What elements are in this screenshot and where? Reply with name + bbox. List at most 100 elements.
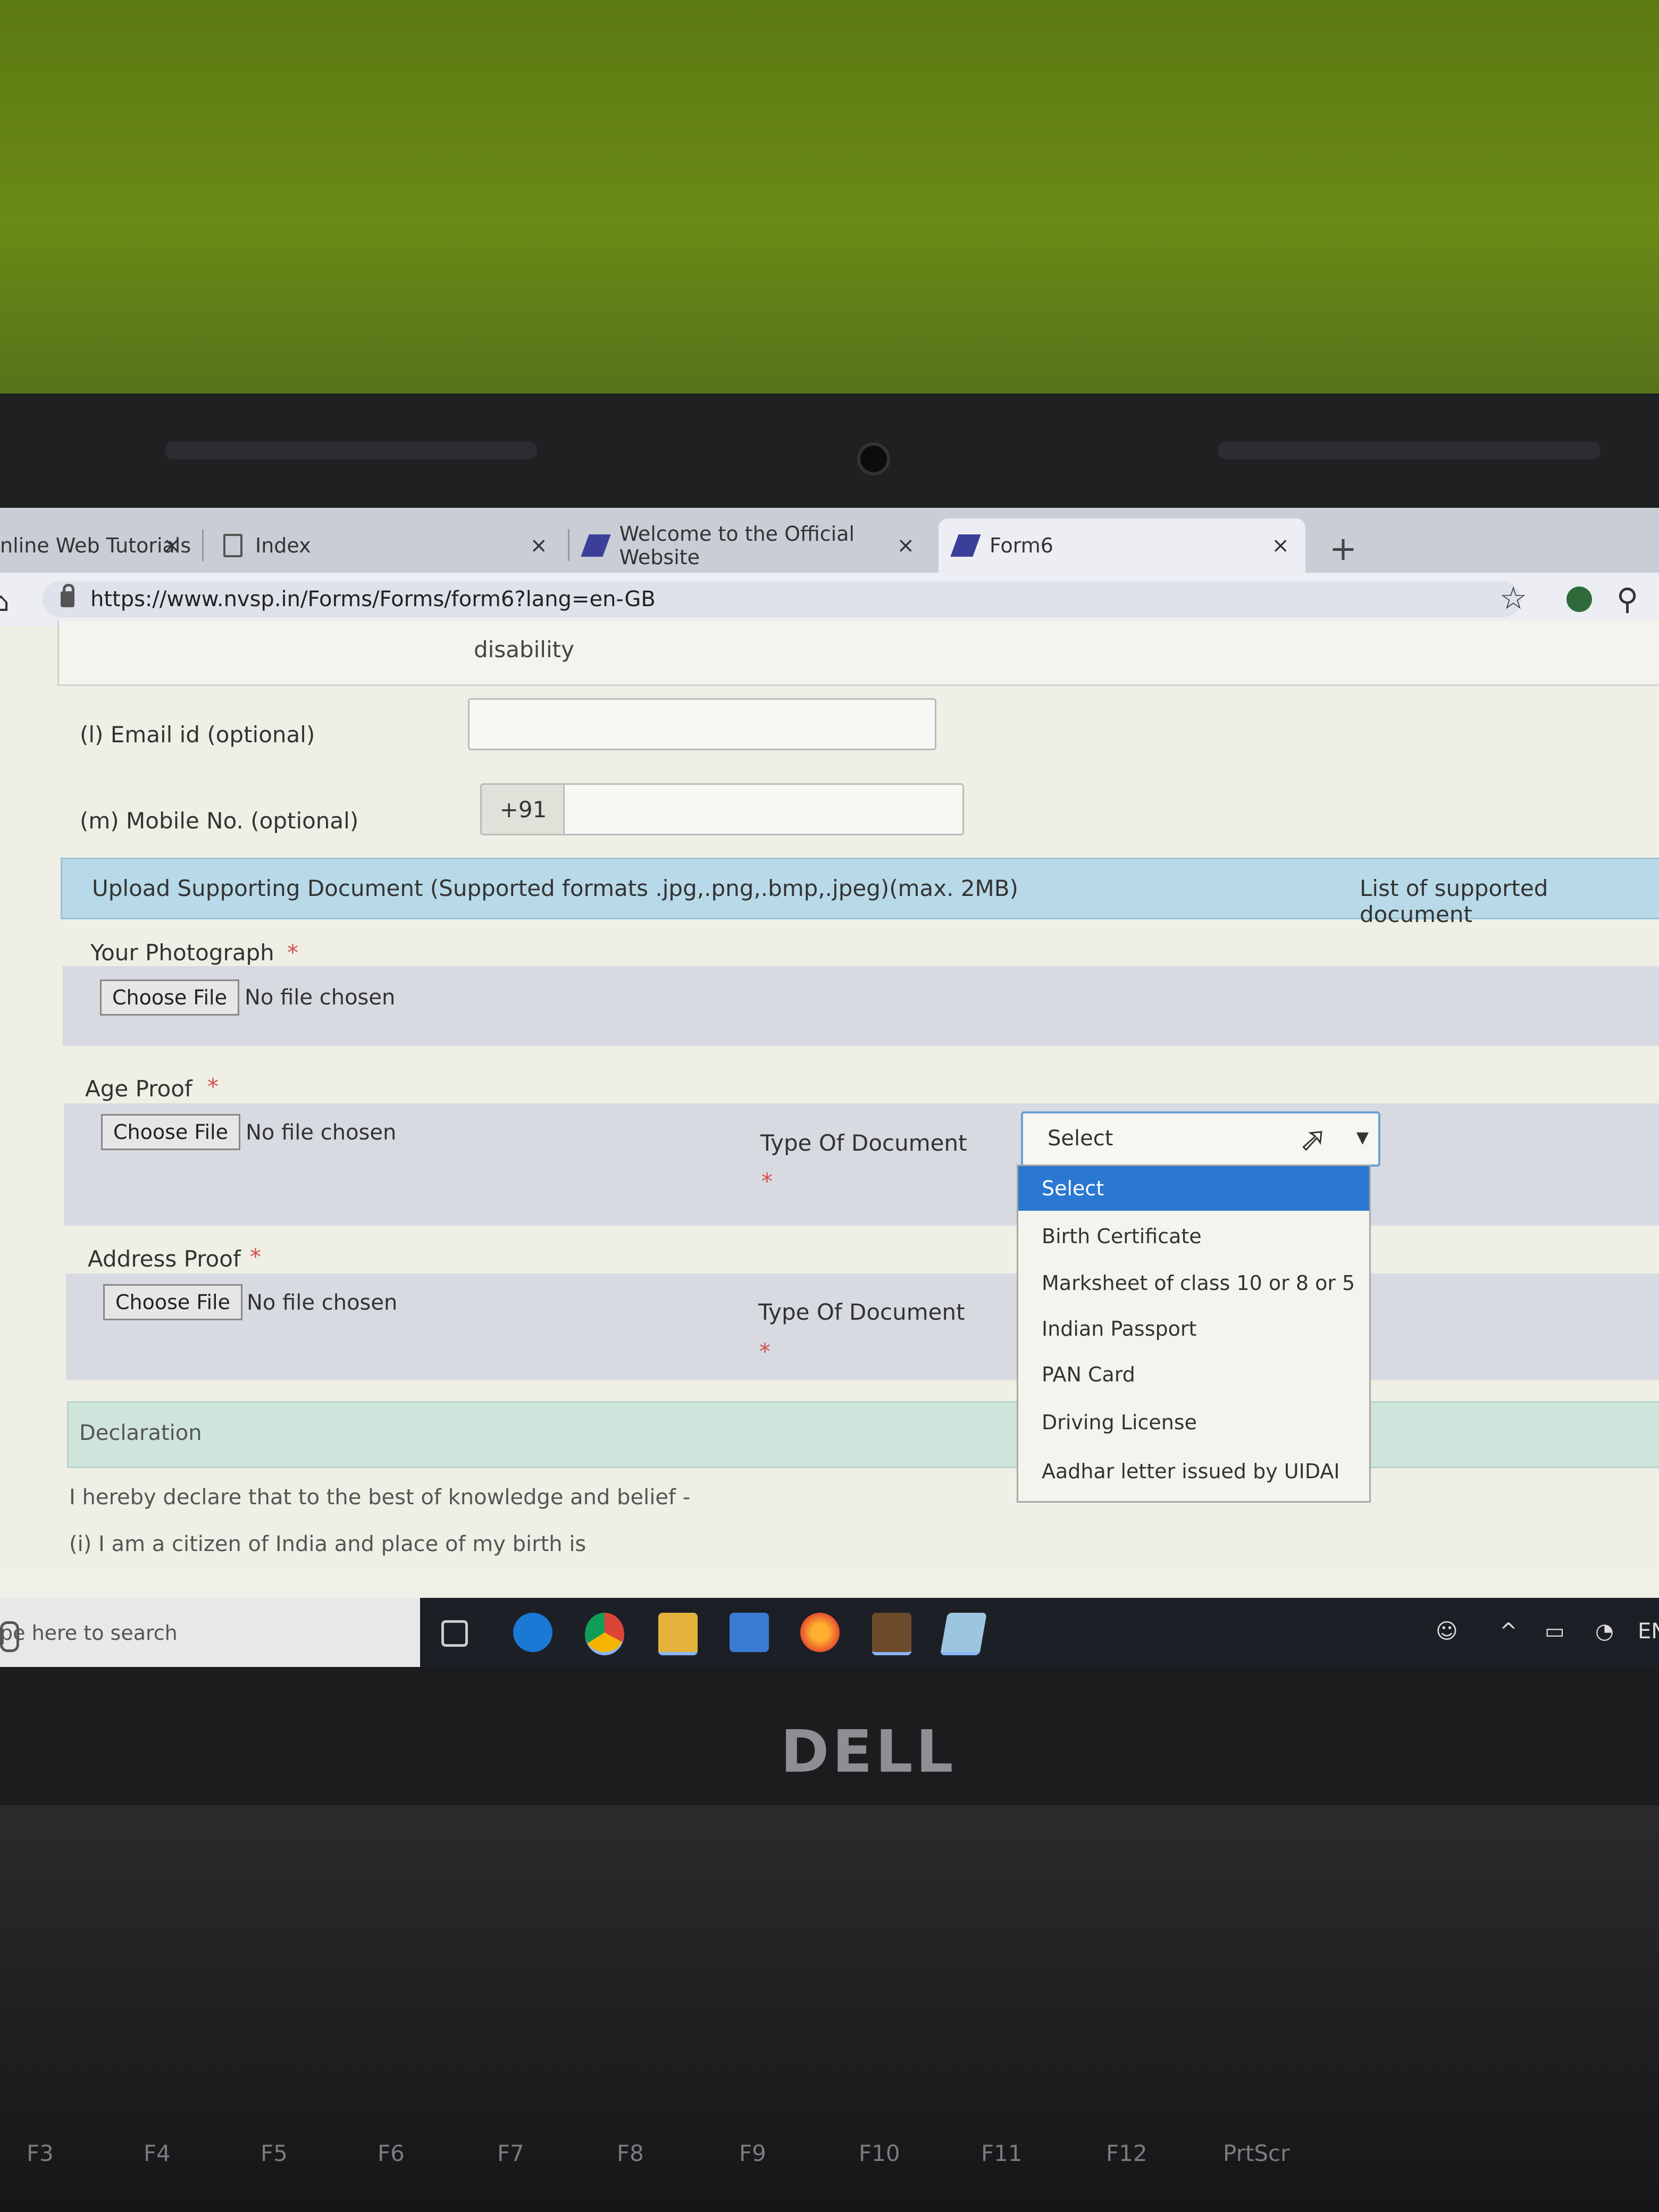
tab-separator xyxy=(202,529,204,561)
tab-form6[interactable]: Form6 × xyxy=(939,518,1305,573)
language-indicator[interactable]: EN xyxy=(1638,1619,1659,1644)
function-key: F10 xyxy=(859,2140,900,2166)
email-field[interactable] xyxy=(468,698,936,750)
tab-title: Welcome to the Official Website xyxy=(619,522,855,569)
bezel-slot-right xyxy=(1218,441,1601,459)
bezel-slot-left xyxy=(165,441,537,459)
tab-title: nline Web Tutorials xyxy=(0,534,191,557)
tab-online-web-tutorials[interactable]: nline Web Tutorials × xyxy=(0,518,197,573)
chevron-up-icon[interactable]: ^ xyxy=(1499,1619,1518,1644)
age-proof-file-status: No file chosen xyxy=(246,1120,397,1145)
screen: nline Web Tutorials × Index × Welcome to… xyxy=(0,508,1659,1667)
function-key: F9 xyxy=(739,2140,766,2166)
close-tab-icon[interactable]: × xyxy=(896,533,915,558)
people-icon[interactable]: ☺ xyxy=(1436,1619,1458,1644)
tab-welcome-official-website[interactable]: Welcome to the Official Website × xyxy=(581,518,931,573)
upload-header-text: Upload Supporting Document (Supported fo… xyxy=(92,875,1018,901)
site-logo-icon xyxy=(581,534,611,557)
dropdown-option-indian-passport[interactable]: Indian Passport xyxy=(1018,1306,1369,1351)
address-proof-doc-type-label: Type Of Document xyxy=(758,1299,965,1325)
chevron-down-icon: ▼ xyxy=(1356,1128,1369,1147)
windows-taskbar: pe here to search ☺ ^ ▭ ◔ EN xyxy=(0,1598,1659,1667)
function-key: F11 xyxy=(981,2140,1023,2166)
close-tab-icon[interactable]: × xyxy=(163,533,181,558)
function-key: F3 xyxy=(27,2140,54,2166)
search-placeholder: pe here to search xyxy=(0,1621,178,1645)
required-asterisk: * xyxy=(207,1074,219,1100)
required-asterisk: * xyxy=(761,1168,773,1194)
dropdown-option-aadhar-letter[interactable]: Aadhar letter issued by UIDAI xyxy=(1018,1449,1369,1494)
address-proof-label: Address Proof xyxy=(88,1246,241,1272)
page-icon xyxy=(223,534,242,557)
declaration-title: Declaration xyxy=(79,1421,202,1445)
select-value: Select xyxy=(1048,1126,1113,1151)
webcam-icon xyxy=(857,442,890,475)
age-proof-choose-file-button[interactable]: Choose File xyxy=(101,1114,240,1150)
disability-text: disability xyxy=(474,636,574,663)
extension-icon[interactable] xyxy=(1566,586,1592,612)
required-asterisk: * xyxy=(287,940,298,966)
function-key: F4 xyxy=(144,2140,171,2166)
age-proof-label: Age Proof xyxy=(85,1076,192,1102)
firefox-icon[interactable] xyxy=(800,1613,840,1652)
photo-file-status: No file chosen xyxy=(245,985,396,1010)
dropdown-option-select[interactable]: Select xyxy=(1018,1166,1369,1211)
background-wall xyxy=(0,0,1659,404)
mobile-field[interactable] xyxy=(563,783,964,835)
dropdown-option-pan-card[interactable]: PAN Card xyxy=(1018,1352,1369,1397)
doc-type-dropdown-list: Select Birth Certificate Marksheet of cl… xyxy=(1017,1164,1371,1503)
store-icon[interactable] xyxy=(730,1613,769,1652)
close-tab-icon[interactable]: × xyxy=(530,533,548,558)
battery-icon[interactable]: ▭ xyxy=(1545,1619,1565,1644)
tab-separator xyxy=(568,529,569,561)
tab-bar: nline Web Tutorials × Index × Welcome to… xyxy=(0,508,1659,573)
chrome-icon[interactable] xyxy=(585,1613,624,1655)
site-logo-icon xyxy=(950,534,981,557)
keyboard: F3 F4 F5 F6 F7 F8 F9 F10 F11 F12 PrtScr xyxy=(0,1805,1659,2212)
required-asterisk: * xyxy=(250,1244,261,1270)
supported-documents-link[interactable]: List of supported document xyxy=(1360,875,1659,927)
tab-title: Form6 xyxy=(990,534,1053,557)
photo-choose-file-button[interactable]: Choose File xyxy=(100,979,239,1016)
function-key: F8 xyxy=(617,2140,644,2166)
app-icon[interactable] xyxy=(872,1613,911,1655)
dropdown-option-birth-certificate[interactable]: Birth Certificate xyxy=(1018,1214,1369,1259)
url-field[interactable]: https://www.nvsp.in/Forms/Forms/form6?la… xyxy=(43,581,1521,617)
function-key: F5 xyxy=(261,2140,288,2166)
taskbar-search-input[interactable]: pe here to search xyxy=(0,1598,420,1667)
mouse-cursor-icon: ➚ xyxy=(1298,1120,1327,1159)
function-key: F7 xyxy=(497,2140,524,2166)
file-explorer-icon[interactable] xyxy=(658,1613,698,1655)
mobile-prefix: +91 xyxy=(480,783,566,835)
url-text: https://www.nvsp.in/Forms/Forms/form6?la… xyxy=(90,587,656,611)
tab-title: Index xyxy=(255,534,311,557)
address-bar: ⌂ https://www.nvsp.in/Forms/Forms/form6?… xyxy=(0,573,1659,626)
tab-index[interactable]: Index × xyxy=(223,518,564,573)
function-key: F12 xyxy=(1106,2140,1147,2166)
age-proof-doc-type-label: Type Of Document xyxy=(760,1130,967,1156)
home-icon[interactable]: ⌂ xyxy=(0,586,10,617)
dell-logo: DELL xyxy=(781,1717,957,1786)
task-view-icon[interactable] xyxy=(441,1620,468,1647)
upload-header: Upload Supporting Document (Supported fo… xyxy=(61,858,1659,927)
notes-icon[interactable] xyxy=(940,1613,987,1655)
bookmark-star-icon[interactable]: ☆ xyxy=(1499,580,1527,616)
declaration-header: Declaration xyxy=(67,1401,1659,1468)
edge-icon[interactable] xyxy=(513,1613,552,1652)
new-tab-button[interactable]: + xyxy=(1329,529,1357,568)
photo-label: Your Photograph xyxy=(90,940,274,966)
close-tab-icon[interactable]: × xyxy=(1271,533,1289,558)
wifi-icon[interactable]: ◔ xyxy=(1595,1619,1614,1644)
age-proof-doc-type-select[interactable]: Select ▼ ➚ xyxy=(1021,1111,1380,1167)
search-icon[interactable]: ⚲ xyxy=(1616,582,1638,617)
address-proof-panel xyxy=(66,1273,1659,1380)
disability-section: disability xyxy=(57,621,1659,686)
dropdown-option-driving-license[interactable]: Driving License xyxy=(1018,1400,1369,1445)
lock-icon xyxy=(61,584,74,607)
microphone-icon[interactable] xyxy=(0,1621,19,1652)
dropdown-option-marksheet[interactable]: Marksheet of class 10 or 8 or 5 xyxy=(1018,1261,1369,1305)
address-proof-choose-file-button[interactable]: Choose File xyxy=(103,1284,242,1320)
form-page: disability (l) Email id (optional) (m) M… xyxy=(0,621,1659,1572)
declaration-text: I hereby declare that to the best of kno… xyxy=(69,1485,691,1510)
email-label: (l) Email id (optional) xyxy=(80,722,315,748)
